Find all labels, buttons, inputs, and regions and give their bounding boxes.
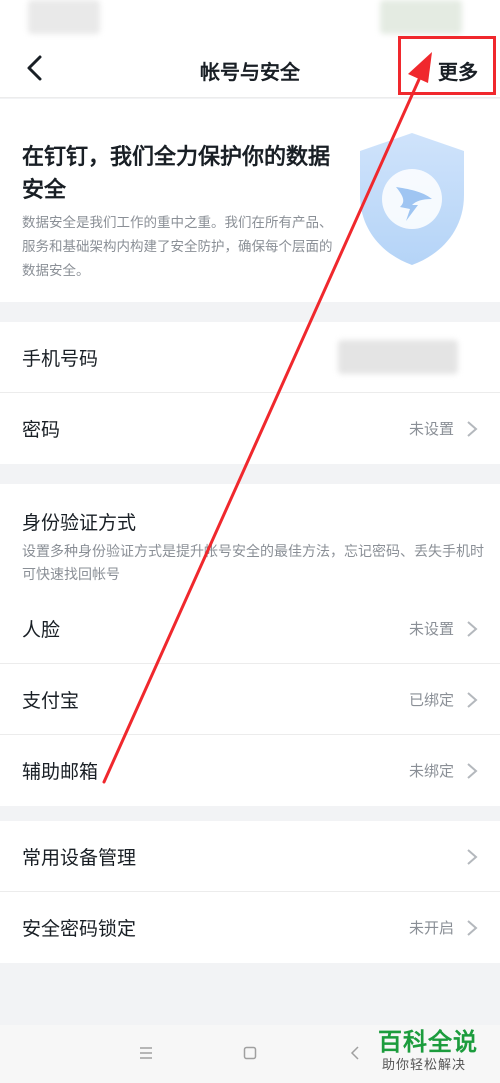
alipay-row[interactable]: 支付宝 已绑定 xyxy=(0,664,500,735)
device-management-row[interactable]: 常用设备管理 xyxy=(0,821,500,892)
security-lock-status: 未开启 xyxy=(408,919,454,937)
watermark-title: 百科全说 xyxy=(378,1028,478,1056)
password-status: 未设置 xyxy=(408,420,454,438)
face-label: 人脸 xyxy=(22,619,61,641)
banner-description: 数据安全是我们工作的重中之重。我们在所有产品、服务和基础架构内构建了安全防护，确… xyxy=(22,215,333,279)
verification-header: 身份验证方式 设置多种身份验证方式是提升帐号安全的最佳方法，忘记密码、丢失手机时… xyxy=(0,484,500,593)
password-label: 密码 xyxy=(22,419,61,441)
screen: 帐号与安全 更多 在钉钉，我们全力保护你的数据安全 数据安全是我们工作的重中之重… xyxy=(0,0,500,1083)
security-lock-row[interactable]: 安全密码锁定 未开启 xyxy=(0,892,500,963)
verification-card: 身份验证方式 设置多种身份验证方式是提升帐号安全的最佳方法，忘记密码、丢失手机时… xyxy=(0,484,500,806)
device-management-label: 常用设备管理 xyxy=(22,847,137,869)
account-card: 手机号码 密码 未设置 xyxy=(0,322,500,464)
security-banner: 在钉钉，我们全力保护你的数据安全 数据安全是我们工作的重中之重。我们在所有产品、… xyxy=(0,99,500,302)
chevron-right-icon xyxy=(467,849,478,865)
verification-title: 身份验证方式 xyxy=(22,512,137,534)
highlight-box xyxy=(398,36,496,95)
device-card: 常用设备管理 安全密码锁定 未开启 xyxy=(0,821,500,963)
shield-icon xyxy=(360,133,464,265)
status-bar xyxy=(0,0,500,40)
watermark-logo: 百科全说 助你轻松解决 xyxy=(372,1020,490,1078)
email-label: 辅助邮箱 xyxy=(22,761,99,783)
chevron-right-icon xyxy=(467,421,478,437)
phone-label: 手机号码 xyxy=(22,348,99,370)
blurred-phone-number xyxy=(338,340,458,374)
face-row[interactable]: 人脸 未设置 xyxy=(0,593,500,664)
password-row[interactable]: 密码 未设置 xyxy=(0,393,500,464)
back-icon[interactable] xyxy=(350,1045,360,1061)
banner-title: 在钉钉，我们全力保护你的数据安全 xyxy=(22,145,331,203)
chevron-right-icon xyxy=(467,763,478,779)
face-status: 未设置 xyxy=(408,620,454,638)
chevron-right-icon xyxy=(467,920,478,936)
phone-row[interactable]: 手机号码 xyxy=(0,322,500,393)
email-status: 未绑定 xyxy=(408,762,454,780)
alipay-label: 支付宝 xyxy=(22,690,80,712)
blurred-status-left xyxy=(28,0,100,34)
home-icon[interactable] xyxy=(243,1046,257,1060)
chevron-right-icon xyxy=(467,692,478,708)
alipay-status: 已绑定 xyxy=(408,691,454,709)
blurred-status-right xyxy=(380,0,462,34)
email-row[interactable]: 辅助邮箱 未绑定 xyxy=(0,735,500,806)
chevron-right-icon xyxy=(467,621,478,637)
verification-description: 设置多种身份验证方式是提升帐号安全的最佳方法，忘记密码、丢失手机时可快速找回帐号 xyxy=(22,544,484,583)
watermark-subtitle: 助你轻松解决 xyxy=(382,1058,467,1073)
menu-icon[interactable] xyxy=(138,1046,154,1060)
security-lock-label: 安全密码锁定 xyxy=(22,918,137,940)
